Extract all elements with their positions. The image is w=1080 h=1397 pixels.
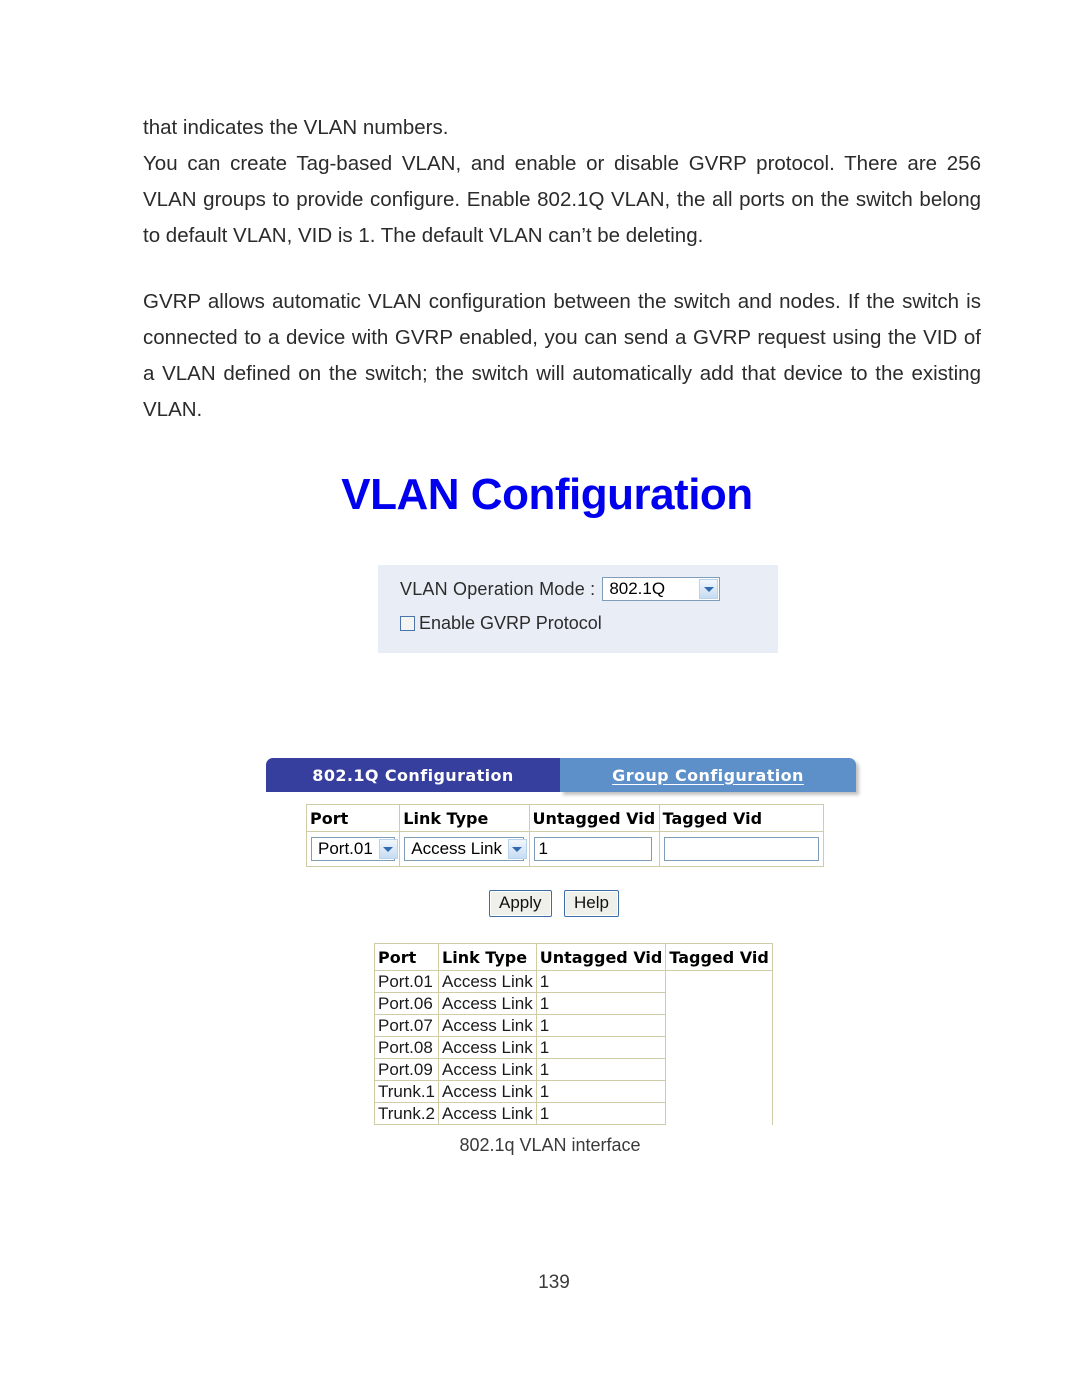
header-link-type: Link Type: [399, 804, 530, 832]
vlan-result-table: Port Link Type Untagged Vid Tagged Vid P…: [373, 943, 773, 1125]
cell-port-select: Port.01: [305, 831, 401, 867]
header-tagged-vid: Tagged Vid: [665, 943, 773, 971]
cell-link-type-select: Access Link: [399, 831, 530, 867]
chevron-down-icon[interactable]: [699, 579, 719, 599]
vlan-result-body: Port.01 Access Link 1 Port.06 Access Link 1 Po…: [373, 970, 773, 1125]
cell-link-type: Access Link: [438, 1080, 537, 1103]
cell-tagged-vid: [665, 1036, 773, 1059]
header-tagged-vid: Tagged Vid: [658, 804, 825, 832]
link-type-select-value: Access Link: [411, 839, 502, 858]
cell-link-type: Access Link: [438, 970, 537, 993]
enable-gvrp-row[interactable]: Enable GVRP Protocol: [400, 613, 602, 634]
cell-link-type: Access Link: [438, 1058, 537, 1081]
table-row: Port.08 Access Link 1: [373, 1036, 773, 1059]
port-select[interactable]: Port.01: [311, 837, 398, 861]
cell-untagged-vid: 1: [535, 1102, 667, 1125]
vlan-entry-form: Port Link Type Untagged Vid Tagged Vid P…: [305, 804, 825, 867]
tab-8021q-configuration[interactable]: 802.1Q Configuration: [266, 758, 560, 792]
cell-port: Port.06: [373, 992, 440, 1015]
vlan-entry-table: Port Link Type Untagged Vid Tagged Vid P…: [305, 804, 825, 867]
cell-tagged-vid: [665, 1014, 773, 1037]
table-row: Port.01 Access Link 1: [373, 970, 773, 993]
table-row: Port.09 Access Link 1: [373, 1058, 773, 1081]
table-row: Trunk.2 Access Link 1: [373, 1102, 773, 1125]
cell-port: Port.09: [373, 1058, 440, 1081]
header-port: Port: [305, 804, 401, 832]
cell-untagged-vid-input: 1: [528, 831, 660, 867]
vlan-operation-mode-row: VLAN Operation Mode : 802.1Q: [400, 577, 721, 601]
cell-link-type: Access Link: [438, 1036, 537, 1059]
cell-untagged-vid: 1: [535, 1014, 667, 1037]
paragraph-2: You can create Tag-based VLAN, and enabl…: [143, 152, 981, 247]
vlan-configuration-screenshot: VLAN Configuration VLAN Operation Mode :…: [0, 470, 1080, 1155]
cell-tagged-vid: [665, 1102, 773, 1125]
enable-gvrp-checkbox[interactable]: [400, 616, 415, 631]
chevron-down-icon[interactable]: [507, 839, 527, 859]
paragraph-1: that indicates the VLAN numbers.: [143, 116, 449, 139]
cell-port: Port.08: [373, 1036, 440, 1059]
table-header-row: Port Link Type Untagged Vid Tagged Vid: [305, 804, 825, 832]
table-row: Port.06 Access Link 1: [373, 992, 773, 1015]
vlan-entry-row: Port.01 Access Link 1: [305, 831, 825, 867]
chevron-down-icon[interactable]: [378, 839, 398, 859]
port-select-value: Port.01: [318, 839, 373, 858]
cell-tagged-vid: [665, 992, 773, 1015]
vlan-operation-mode-value: 802.1Q: [609, 579, 666, 598]
cell-port: Trunk.2: [373, 1102, 440, 1125]
table-row: Trunk.1 Access Link 1: [373, 1080, 773, 1103]
enable-gvrp-label: Enable GVRP Protocol: [419, 613, 602, 633]
cell-link-type: Access Link: [438, 1014, 537, 1037]
cell-tagged-vid: [665, 970, 773, 993]
header-untagged-vid: Untagged Vid: [528, 804, 660, 832]
form-button-row: Apply Help: [0, 890, 1080, 917]
untagged-vid-input[interactable]: 1: [533, 837, 652, 861]
table-row: Port.07 Access Link 1: [373, 1014, 773, 1037]
cell-link-type: Access Link: [438, 1102, 537, 1125]
tab-group-configuration-label: Group Configuration: [612, 765, 804, 785]
document-body: that indicates the VLAN numbers. You can…: [143, 110, 981, 428]
cell-untagged-vid: 1: [535, 992, 667, 1015]
header-port: Port: [373, 943, 440, 971]
page-title: VLAN Configuration: [341, 470, 753, 519]
link-type-select[interactable]: Access Link: [404, 837, 527, 861]
cell-untagged-vid: 1: [535, 1058, 667, 1081]
table-header-row: Port Link Type Untagged Vid Tagged Vid: [373, 943, 773, 971]
figure-caption: 802.1q VLAN interface: [459, 1135, 641, 1155]
paragraph-3: GVRP allows automatic VLAN configuration…: [143, 290, 981, 421]
cell-port: Port.07: [373, 1014, 440, 1037]
help-button[interactable]: Help: [564, 890, 619, 917]
cell-link-type: Access Link: [438, 992, 537, 1015]
vlan-operation-mode-label: VLAN Operation Mode :: [400, 578, 596, 599]
tagged-vid-input[interactable]: [663, 837, 819, 861]
cell-untagged-vid: 1: [535, 1080, 667, 1103]
tab-group-configuration[interactable]: Group Configuration: [560, 758, 856, 792]
vlan-operation-mode-panel: VLAN Operation Mode : 802.1Q Enable GVRP…: [378, 565, 778, 653]
tab-8021q-configuration-label: 802.1Q Configuration: [312, 765, 514, 785]
cell-untagged-vid: 1: [535, 1036, 667, 1059]
cell-untagged-vid: 1: [535, 970, 667, 993]
header-link-type: Link Type: [438, 943, 537, 971]
configuration-tabbar: 802.1Q Configuration Group Configuration: [266, 758, 856, 792]
cell-port: Port.01: [373, 970, 440, 993]
header-untagged-vid: Untagged Vid: [535, 943, 667, 971]
apply-button[interactable]: Apply: [489, 890, 552, 917]
cell-tagged-vid: [665, 1058, 773, 1081]
vlan-operation-mode-select[interactable]: 802.1Q: [602, 577, 721, 601]
vlan-result-list: Port Link Type Untagged Vid Tagged Vid P…: [373, 943, 773, 1125]
cell-tagged-vid-input: [658, 831, 825, 867]
cell-port: Trunk.1: [373, 1080, 440, 1103]
cell-tagged-vid: [665, 1080, 773, 1103]
page-number: 139: [538, 1272, 570, 1293]
